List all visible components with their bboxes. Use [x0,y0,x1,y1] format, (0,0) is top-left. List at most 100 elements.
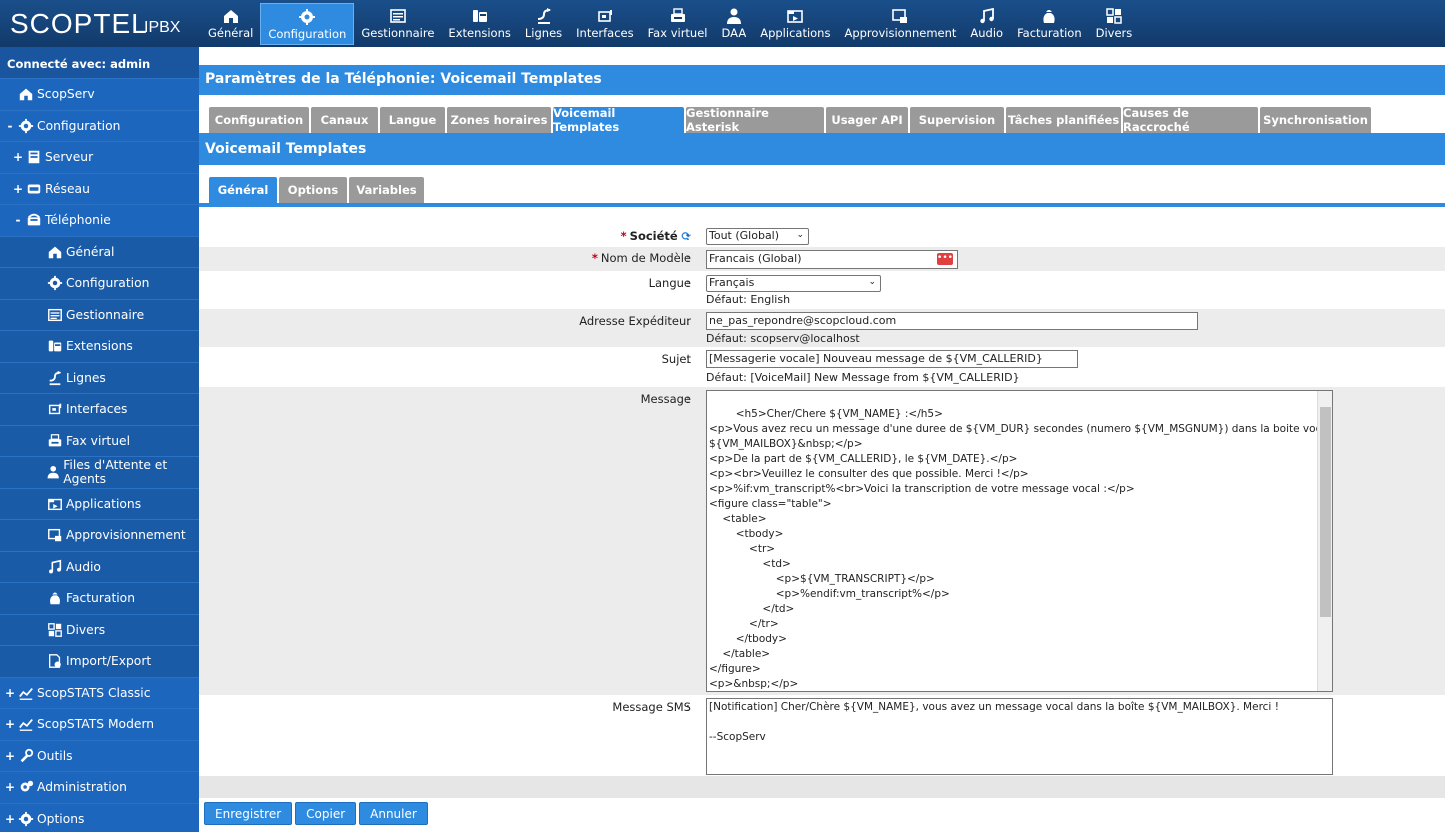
cancel-button[interactable]: Annuler [359,802,428,825]
copy-button[interactable]: Copier [295,802,357,825]
sidebar-item-8[interactable]: Extensions [0,331,199,363]
sidebar-item-20[interactable]: + ScopSTATS Modern [0,709,199,741]
sidebar-item-label: ScopServ [37,87,95,102]
subtab-0[interactable]: Général [209,177,277,203]
topnav-item-3[interactable]: Extensions [441,3,517,45]
sidebar-item-13[interactable]: Applications [0,488,199,520]
topnav-label: DAA [721,26,747,40]
expand-toggle[interactable]: - [12,213,24,227]
sidebar-item-17[interactable]: Divers [0,614,199,646]
sidebar-item-15[interactable]: Audio [0,551,199,583]
topnav-item-7[interactable]: DAA [715,3,754,45]
gear-icon [299,9,316,25]
sidebar-item-7[interactable]: Gestionnaire [0,299,199,331]
row-expediteur: Adresse Expéditeur : ne_pas_repondre@sco… [199,309,1445,347]
sidebar-item-5[interactable]: Général [0,236,199,268]
tab-3[interactable]: Zones horaires [447,107,551,133]
expand-toggle[interactable]: + [4,812,16,826]
sidebar-item-23[interactable]: + Options [0,803,199,832]
interface-icon [598,10,612,22]
topnav-item-11[interactable]: Facturation [1010,3,1089,45]
expand-toggle[interactable]: - [4,119,16,133]
save-button[interactable]: Enregistrer [204,802,293,825]
expand-toggle[interactable]: + [4,780,16,794]
topnav-label: Extensions [448,26,511,40]
tab-8[interactable]: Tâches planifiées [1006,107,1121,133]
sidebar-item-label: Outils [37,748,73,763]
topnav-item-4[interactable]: Lignes [518,3,569,45]
topnav-item-6[interactable]: Fax virtuel [641,3,715,45]
sidebar-item-label: Divers [66,622,106,637]
import-export-icon [49,654,61,669]
expand-toggle[interactable]: + [4,749,16,763]
scrollbar-thumb[interactable] [1320,407,1331,617]
tab-6[interactable]: Usager API [826,107,908,133]
sidebar-item-label: Applications [66,496,142,511]
sidebar-item-2[interactable]: + Serveur [0,142,199,174]
topnav-item-8[interactable]: Applications [753,3,837,45]
sidebar-item-10[interactable]: Interfaces [0,394,199,426]
colon: : [686,392,690,406]
sidebar-item-18[interactable]: Import/Export [0,646,199,678]
societe-select[interactable]: Tout (Global) ⌄ [706,228,809,245]
topnav-item-10[interactable]: Audio [963,3,1010,45]
sidebar-item-4[interactable]: - Téléphonie [0,205,199,237]
tab-2[interactable]: Langue [380,107,445,133]
expand-toggle[interactable]: + [12,182,24,196]
sidebar-item-11[interactable]: Fax virtuel [0,425,199,457]
sidebar-item-12[interactable]: Files d'Attente et Agents [0,457,199,489]
tab-10[interactable]: Synchronisation [1260,107,1371,133]
sidebar-item-3[interactable]: + Réseau [0,173,199,205]
topnav-item-0[interactable]: Général [201,3,260,45]
tab-7[interactable]: Supervision [910,107,1004,133]
tab-0[interactable]: Configuration [209,107,309,133]
sujet-input[interactable]: [Messagerie vocale] Nouveau message de $… [706,350,1078,368]
sidebar-item-label: Interfaces [66,402,128,417]
expand-toggle[interactable]: + [12,150,24,164]
music-icon [980,7,994,24]
expand-toggle[interactable]: + [4,717,16,731]
sidebar-item-6[interactable]: Configuration [0,268,199,300]
topnav-item-9[interactable]: Approvisionnement [837,3,963,45]
topnav-item-12[interactable]: Divers [1089,3,1140,45]
message-scrollbar[interactable] [1317,391,1332,691]
expediteur-label: Adresse Expéditeur [579,314,691,328]
applications-icon [48,498,62,510]
sidebar-item-9[interactable]: Lignes [0,362,199,394]
sidebar-item-19[interactable]: + ScopSTATS Classic [0,677,199,709]
telephony-icon [27,214,41,226]
tab-4[interactable]: Voicemail Templates [553,106,684,134]
grid-icon [48,622,62,637]
sidebar-item-21[interactable]: + Outils [0,740,199,772]
sms-textarea[interactable]: [Notification] Cher/Chère ${VM_NAME}, vo… [706,698,1333,775]
tab-9[interactable]: Causes de Raccroché [1123,106,1258,134]
sidebar-item-16[interactable]: Facturation [0,583,199,615]
sidebar-item-1[interactable]: - Configuration [0,110,199,142]
nom-modele-input[interactable]: Francais (Global) ••• [706,250,958,269]
sidebar-item-22[interactable]: + Administration [0,772,199,804]
topnav-item-2[interactable]: Gestionnaire [354,3,441,45]
message-textarea[interactable]: <h5>Cher/Chere ${VM_NAME} :</h5> <p>Vous… [706,390,1333,692]
tab-1[interactable]: Canaux [311,107,378,133]
user-icon [726,8,741,24]
stats-icon [19,719,33,732]
lines-icon [537,8,551,24]
topnav-item-1[interactable]: Configuration [260,3,355,45]
more-options-icon[interactable]: ••• [937,253,953,265]
colon: : [686,251,690,265]
sidebar-item-14[interactable]: Approvisionnement [0,520,199,552]
sidebar-item-0[interactable]: ScopServ [0,79,199,111]
subtab-1[interactable]: Options [279,177,347,203]
topnav-item-5[interactable]: Interfaces [569,3,640,45]
subtab-2[interactable]: Variables [349,177,424,203]
expediteur-input[interactable]: ne_pas_repondre@scopcloud.com [706,312,1198,330]
phone-icon [472,10,487,22]
expand-toggle[interactable]: + [4,686,16,700]
logo[interactable]: SCOPTEL IPBX [10,8,200,40]
langue-select[interactable]: Français ⌄ [706,275,881,292]
societe-label: * Société ⟳ [620,229,691,243]
tools-icon [20,748,34,763]
grid-icon [1106,8,1122,24]
tab-5[interactable]: Gestionnaire Asterisk [686,106,824,134]
sidebar-item-label: Réseau [45,181,90,196]
